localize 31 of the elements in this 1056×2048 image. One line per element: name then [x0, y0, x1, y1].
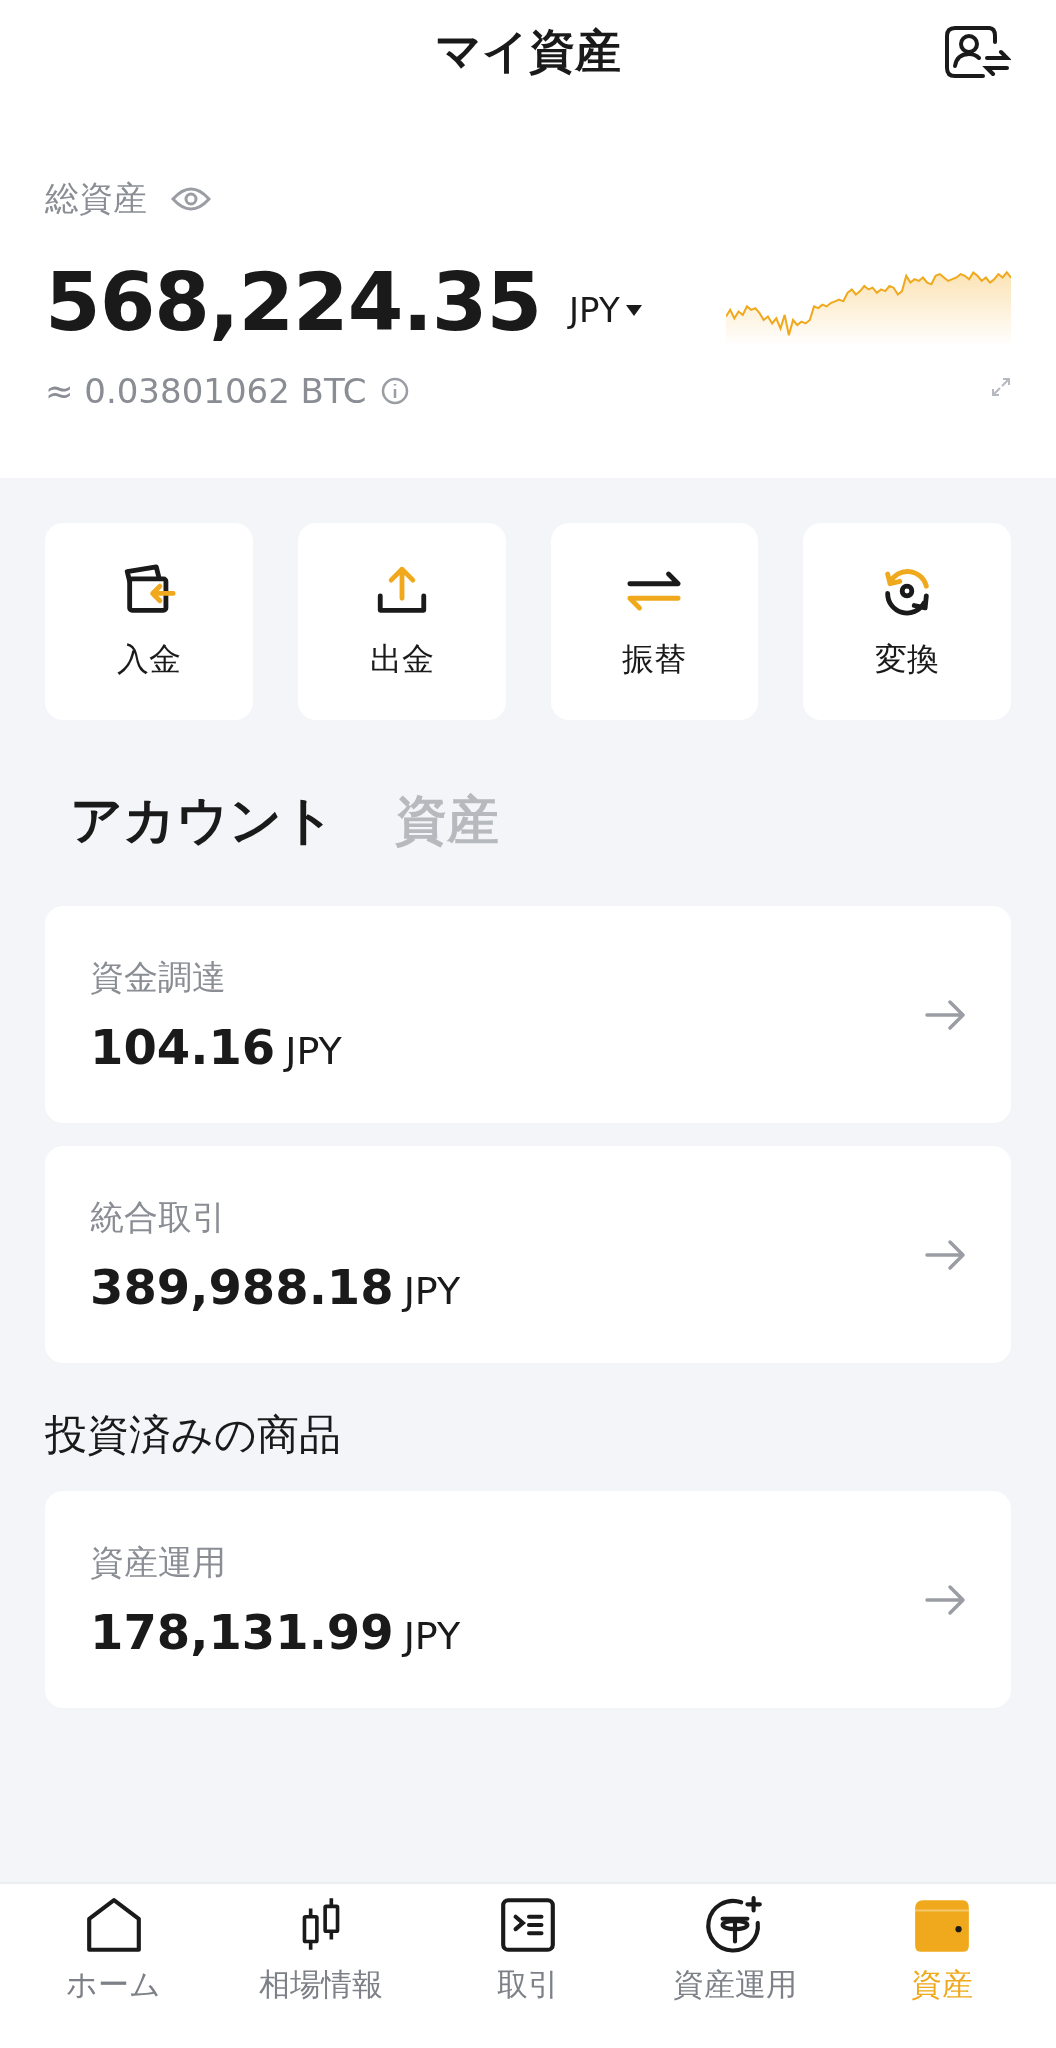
section-heading: 投資済みの商品: [44, 1409, 342, 1461]
nav-item[interactable]: 取引: [424, 1894, 632, 2048]
account-name: 統合取引: [90, 1195, 227, 1239]
action-button[interactable]: 振替: [550, 523, 759, 720]
account-card[interactable]: 資産運用 178,131.99 JPY: [45, 1491, 1011, 1708]
action-button[interactable]: 出金: [297, 523, 506, 720]
account-card[interactable]: 資金調達 104.16 JPY: [45, 906, 1011, 1123]
page-title: マイ資産: [435, 23, 621, 80]
btc-equivalent: ≈ 0.03801062 BTC: [45, 371, 367, 411]
account-name: 資産運用: [90, 1540, 227, 1584]
eye-icon[interactable]: [171, 185, 211, 213]
nav-item[interactable]: 相場情報: [217, 1894, 425, 2048]
caret-icon: [625, 304, 642, 317]
account-name: 資金調達: [90, 955, 227, 999]
account-balance: 178,131.99 JPY: [90, 1603, 461, 1660]
account-card[interactable]: 統合取引 389,988.18 JPY: [45, 1146, 1011, 1363]
total-assets-label: 総資産: [45, 177, 147, 220]
arrow-right-icon: [924, 1237, 966, 1272]
total-amount: 568,224.35: [45, 256, 542, 349]
account-balance: 104.16 JPY: [90, 1018, 342, 1075]
arrow-right-icon: [924, 1582, 966, 1617]
tab[interactable]: アカウント: [70, 786, 335, 856]
currency-selector[interactable]: JPY: [569, 289, 642, 330]
action-button[interactable]: 変換: [803, 523, 1011, 720]
arrow-right-icon: [924, 997, 966, 1032]
nav-item[interactable]: 資産運用: [631, 1894, 839, 2048]
account-balance: 389,988.18 JPY: [90, 1258, 461, 1315]
info-icon[interactable]: [380, 376, 411, 406]
nav-item[interactable]: ホーム: [10, 1894, 218, 2048]
action-button[interactable]: 入金: [45, 523, 253, 720]
expand-icon[interactable]: [991, 377, 1011, 397]
